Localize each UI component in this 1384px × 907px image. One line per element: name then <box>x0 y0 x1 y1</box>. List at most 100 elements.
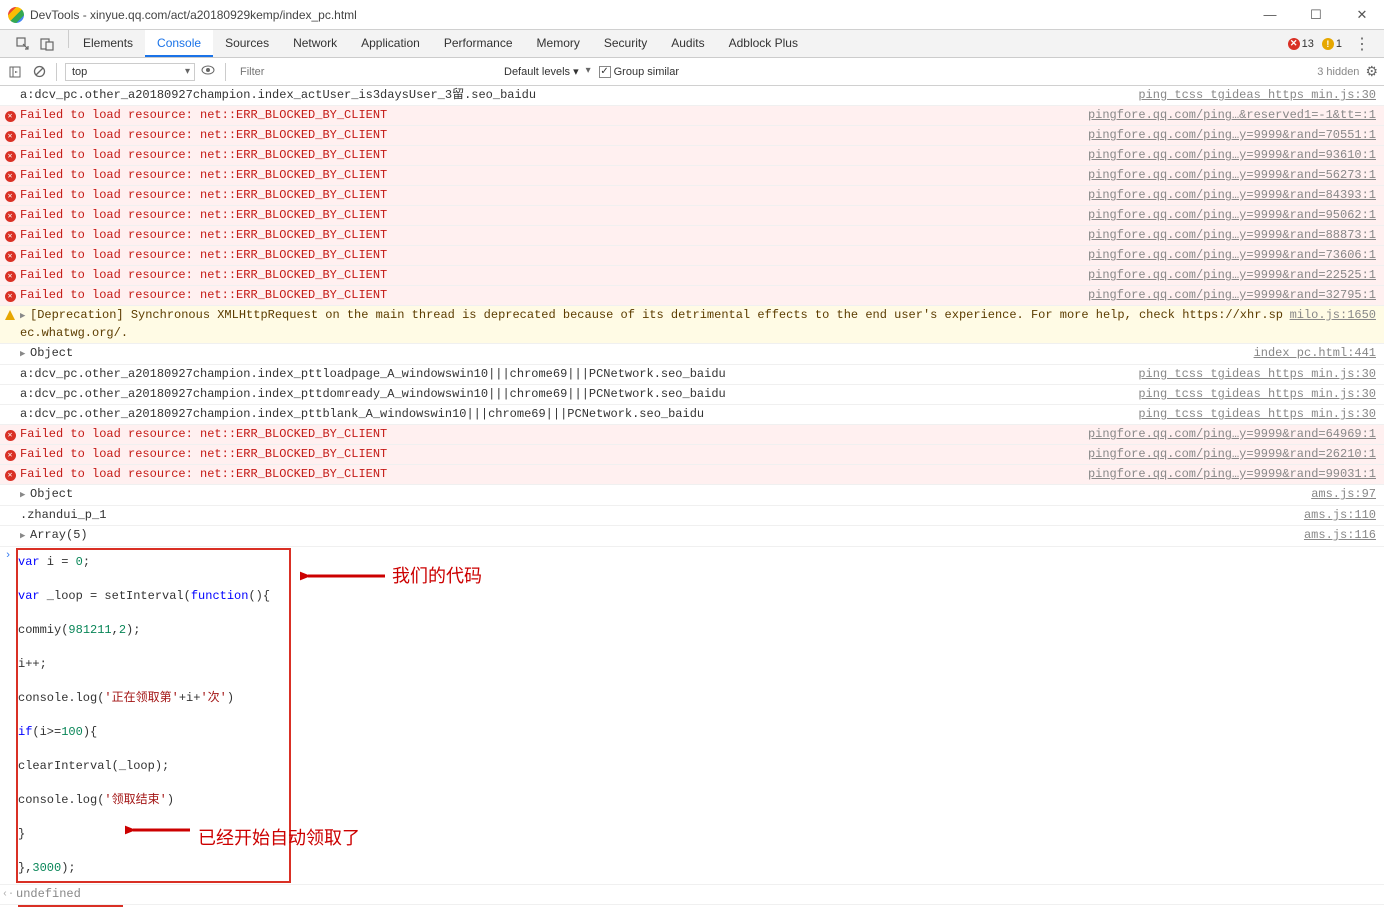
tab-performance[interactable]: Performance <box>432 30 525 57</box>
tab-sources[interactable]: Sources <box>213 30 281 57</box>
source-link[interactable]: pingfore.qq.com/ping…y=9999&rand=84393:1 <box>1088 187 1380 204</box>
source-link[interactable]: ams.js:97 <box>1311 486 1380 503</box>
minimize-button[interactable]: — <box>1256 5 1284 25</box>
hidden-messages-info: 3 hidden ⚙ <box>1317 63 1378 80</box>
source-link[interactable]: pingfore.qq.com/ping…y=9999&rand=95062:1 <box>1088 207 1380 224</box>
live-expression-icon[interactable] <box>201 64 217 80</box>
log-message: ▶Object <box>20 345 1254 363</box>
log-message: Failed to load resource: net::ERR_BLOCKE… <box>20 227 1088 244</box>
source-link[interactable]: pingfore.qq.com/ping…y=9999&rand=32795:1 <box>1088 287 1380 304</box>
source-link[interactable]: ams.js:116 <box>1304 527 1380 544</box>
error-count-badge[interactable]: ✕13 <box>1288 38 1314 50</box>
log-message: a:dcv_pc.other_a20180927champion.index_p… <box>20 386 1138 403</box>
console-row: ✕ Failed to load resource: net::ERR_BLOCK… <box>0 206 1384 226</box>
source-link[interactable]: pingfore.qq.com/ping…y=9999&rand=26210:1 <box>1088 446 1380 463</box>
tab-console[interactable]: Console <box>145 30 213 57</box>
console-row: ▶Array(5)ams.js:116 <box>0 526 1384 547</box>
checkbox-icon: ✓ <box>599 66 611 78</box>
window-title: DevTools - xinyue.qq.com/act/a20180929ke… <box>30 8 357 22</box>
error-icon: ✕ <box>5 211 16 222</box>
console-messages[interactable]: a:dcv_pc.other_a20180927champion.index_a… <box>0 86 1384 907</box>
source-link[interactable]: pingfore.qq.com/ping…y=9999&rand=64969:1 <box>1088 426 1380 443</box>
source-link[interactable]: pingfore.qq.com/ping…y=9999&rand=99031:1 <box>1088 466 1380 483</box>
source-link[interactable]: pingfore.qq.com/ping…y=9999&rand=88873:1 <box>1088 227 1380 244</box>
source-link[interactable]: pingfore.qq.com/ping…y=9999&rand=70551:1 <box>1088 127 1380 144</box>
expand-icon[interactable]: ▶ <box>20 308 30 325</box>
console-row: ✕Failed to load resource: net::ERR_BLOCK… <box>0 226 1384 246</box>
source-link[interactable]: ams.js:110 <box>1304 507 1380 524</box>
console-row: ▶Objectindex pc.html:441 <box>0 344 1384 365</box>
console-row: ✕ Failed to load resource: net::ERR_BLOCK… <box>0 425 1384 445</box>
console-row: a:dcv_pc.other_a20180927champion.index_p… <box>0 385 1384 405</box>
tab-application[interactable]: Application <box>349 30 432 57</box>
source-link[interactable]: ping tcss tgideas https min.js:30 <box>1138 366 1380 383</box>
error-icon: ✕ <box>5 191 16 202</box>
console-row: .zhandui_p_1ams.js:110 <box>0 506 1384 526</box>
close-button[interactable]: ✕ <box>1348 5 1376 25</box>
console-row: ✕ Failed to load resource: net::ERR_BLOCK… <box>0 246 1384 266</box>
source-link[interactable]: milo.js:1650 <box>1290 307 1380 324</box>
error-icon: ✕ <box>5 111 16 122</box>
source-link[interactable]: index pc.html:441 <box>1254 345 1380 362</box>
gear-icon[interactable]: ⚙ <box>1365 63 1378 80</box>
more-menu-icon[interactable]: ⋮ <box>1350 34 1374 54</box>
log-message: a:dcv_pc.other_a20180927champion.index_a… <box>20 87 1138 104</box>
log-levels-dropdown[interactable]: Default levels ▾ <box>500 63 593 80</box>
tab-security[interactable]: Security <box>592 30 659 57</box>
log-message: Failed to load resource: net::ERR_BLOCKE… <box>20 147 1088 164</box>
source-link[interactable]: pingfore.qq.com/ping…y=9999&rand=22525:1 <box>1088 267 1380 284</box>
error-icon: ✕ <box>5 251 16 262</box>
source-link[interactable]: ping tcss tgideas https min.js:30 <box>1138 386 1380 403</box>
tab-network[interactable]: Network <box>281 30 349 57</box>
return-value-row: ‹· undefined <box>0 885 1384 905</box>
separator <box>68 30 69 48</box>
console-row: ✕Failed to load resource: net::ERR_BLOCK… <box>0 445 1384 465</box>
log-message: Failed to load resource: net::ERR_BLOCKE… <box>20 426 1088 443</box>
console-row: a:dcv_pc.other_a20180927champion.index_p… <box>0 405 1384 425</box>
log-message: ▶[Deprecation] Synchronous XMLHttpReques… <box>20 307 1290 342</box>
tab-elements[interactable]: Elements <box>71 30 145 57</box>
expand-icon[interactable]: ▶ <box>20 528 30 545</box>
device-toggle-icon[interactable] <box>38 35 56 53</box>
console-row: ✕ Failed to load resource: net::ERR_BLOCK… <box>0 186 1384 206</box>
warning-icon: ! <box>1322 38 1334 50</box>
expand-icon[interactable]: ▶ <box>20 487 30 504</box>
source-link[interactable]: ping tcss tgideas https min.js:30 <box>1138 406 1380 423</box>
tab-audits[interactable]: Audits <box>659 30 716 57</box>
log-message: Failed to load resource: net::ERR_BLOCKE… <box>20 187 1088 204</box>
maximize-button[interactable]: ☐ <box>1302 5 1330 25</box>
show-console-sidebar-icon[interactable] <box>6 63 24 81</box>
source-link[interactable]: pingfore.qq.com/ping…y=9999&rand=73606:1 <box>1088 247 1380 264</box>
log-message: Failed to load resource: net::ERR_BLOCKE… <box>20 247 1088 264</box>
window-controls: — ☐ ✕ <box>1256 5 1376 25</box>
console-row: ✕Failed to load resource: net::ERR_BLOCK… <box>0 465 1384 485</box>
log-message: Failed to load resource: net::ERR_BLOCKE… <box>20 466 1088 483</box>
error-icon: ✕ <box>5 291 16 302</box>
log-message: Failed to load resource: net::ERR_BLOCKE… <box>20 207 1088 224</box>
log-message: ▶Object <box>20 486 1311 504</box>
source-link[interactable]: pingfore.qq.com/ping…y=9999&rand=56273:1 <box>1088 167 1380 184</box>
context-selector[interactable]: top <box>65 63 195 81</box>
clear-console-icon[interactable] <box>30 63 48 81</box>
log-message: a:dcv_pc.other_a20180927champion.index_p… <box>20 366 1138 383</box>
expand-icon[interactable]: ▶ <box>20 346 30 363</box>
error-icon: ✕ <box>5 271 16 282</box>
error-icon: ✕ <box>5 171 16 182</box>
error-icon: ✕ <box>1288 38 1300 50</box>
devtools-tabbar: ElementsConsoleSourcesNetworkApplication… <box>0 30 1384 58</box>
log-message: Failed to load resource: net::ERR_BLOCKE… <box>20 446 1088 463</box>
log-message: Failed to load resource: net::ERR_BLOCKE… <box>20 167 1088 184</box>
filter-input[interactable] <box>234 63 494 81</box>
inspect-icon[interactable] <box>14 35 32 53</box>
source-link[interactable]: pingfore.qq.com/ping…&reserved1=-1&tt=:1 <box>1088 107 1380 124</box>
log-message: Failed to load resource: net::ERR_BLOCKE… <box>20 287 1088 304</box>
source-link[interactable]: pingfore.qq.com/ping…y=9999&rand=93610:1 <box>1088 147 1380 164</box>
tabbar-left-icons <box>4 30 66 57</box>
error-icon: ✕ <box>5 430 16 441</box>
tab-memory[interactable]: Memory <box>525 30 592 57</box>
warning-count-badge[interactable]: !1 <box>1322 38 1342 50</box>
group-similar-checkbox[interactable]: ✓ Group similar <box>599 66 679 78</box>
source-link[interactable]: ping tcss tgideas https min.js:30 <box>1138 87 1380 104</box>
tab-adblock-plus[interactable]: Adblock Plus <box>717 30 810 57</box>
log-message: Failed to load resource: net::ERR_BLOCKE… <box>20 267 1088 284</box>
